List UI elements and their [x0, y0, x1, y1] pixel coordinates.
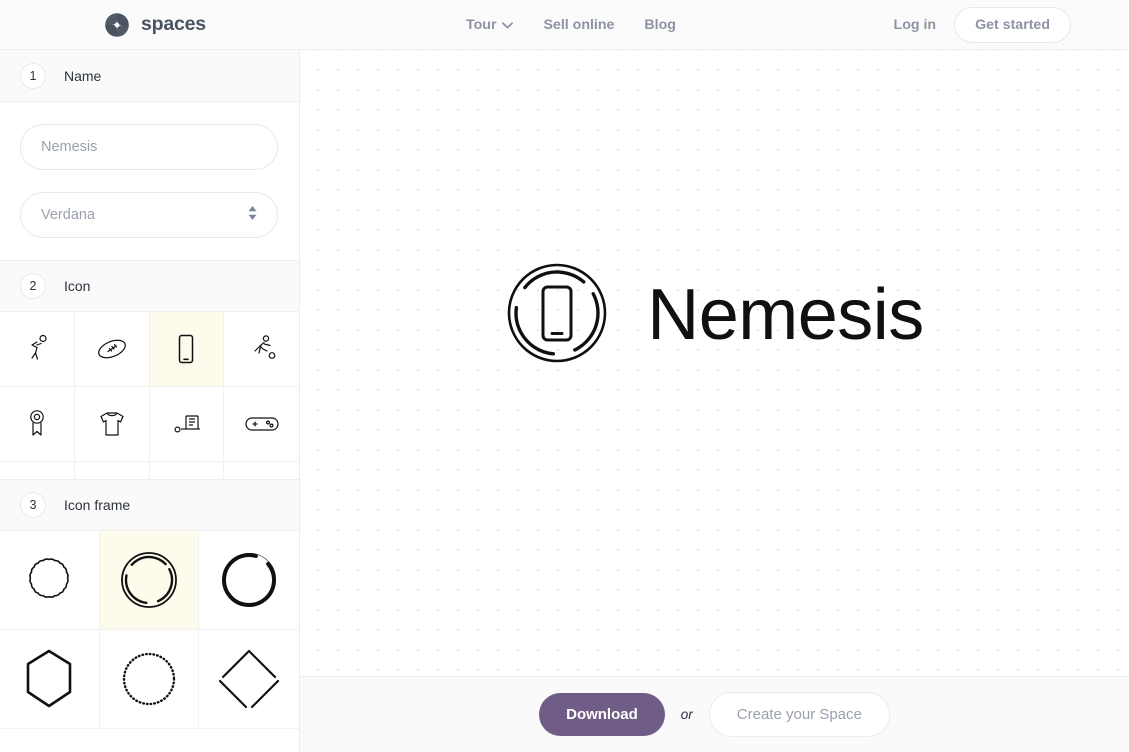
main-navigation-links: Tour Sell online Blog: [466, 0, 676, 50]
name-panel: Nemesis Verdana: [0, 102, 299, 260]
download-button[interactable]: Download: [539, 693, 665, 736]
brand-logo[interactable]: spaces: [104, 12, 206, 38]
logo-preview: Nemesis: [505, 261, 924, 370]
smartphone-icon: [541, 285, 573, 341]
icon-option-thermometer[interactable]: [0, 462, 75, 479]
editor-sidebar: 1 Name Nemesis Verdana 2 Icon 3 Icon fra…: [0, 50, 300, 752]
section-header-icon: 2 Icon: [0, 260, 299, 312]
icon-frame-picker-grid: [0, 531, 299, 729]
step-number-badge-3: 3: [20, 492, 46, 518]
chevron-down-icon: [502, 17, 514, 33]
icon-option-rugby-ball[interactable]: [74, 312, 150, 387]
icon-option-compact-disc[interactable]: [224, 462, 299, 479]
spaces-pinwheel-logo-icon: [104, 12, 130, 38]
nav-link-tour[interactable]: Tour: [466, 17, 514, 33]
get-started-button[interactable]: Get started: [954, 7, 1071, 43]
step-number-badge-1: 1: [20, 62, 46, 89]
frame-option-double-ring-circle[interactable]: [99, 531, 200, 630]
section-title-icon-frame: Icon frame: [64, 497, 131, 513]
section-header-name: 1 Name: [0, 50, 299, 102]
app-shell: 1 Name Nemesis Verdana 2 Icon 3 Icon fra…: [0, 50, 1129, 752]
account-actions: Log in Get started: [894, 0, 1071, 50]
icon-option-tshirt[interactable]: [74, 387, 150, 462]
brand-name-label: spaces: [141, 13, 206, 35]
frame-option-rounded-hexagon[interactable]: [0, 630, 100, 729]
name-input[interactable]: Nemesis: [20, 124, 278, 170]
nav-link-sell-online[interactable]: Sell online: [543, 17, 614, 33]
action-bar: Download or Create your Space: [300, 676, 1129, 752]
icon-option-soccer-player[interactable]: [224, 312, 299, 387]
nav-link-blog[interactable]: Blog: [644, 17, 676, 33]
icon-option-gamepad[interactable]: [224, 387, 299, 462]
frame-option-bold-brush-circle[interactable]: [199, 531, 299, 630]
icon-option-handbag[interactable]: [149, 462, 225, 479]
logo-canvas[interactable]: Nemesis: [300, 50, 1129, 676]
top-navigation-bar: spaces Tour Sell online Blog Log in Get …: [0, 0, 1129, 50]
or-separator-label: or: [680, 707, 693, 722]
select-updown-arrows-icon: [246, 204, 259, 226]
icon-option-delivery-truck[interactable]: [149, 387, 225, 462]
section-title-name: Name: [64, 67, 102, 84]
step-number-badge-2: 2: [20, 273, 46, 299]
logo-frame-with-icon: [505, 261, 609, 370]
name-input-placeholder: Nemesis: [41, 139, 98, 155]
icon-picker-grid: [0, 312, 299, 479]
logo-text: Nemesis: [647, 275, 924, 355]
create-your-space-button[interactable]: Create your Space: [708, 692, 890, 737]
nav-link-tour-label: Tour: [466, 17, 497, 33]
section-title-icon: Icon: [64, 278, 91, 294]
login-button[interactable]: Log in: [894, 17, 937, 33]
frame-option-scalloped-circle[interactable]: [0, 531, 100, 630]
icon-option-basketball-player[interactable]: [0, 312, 75, 387]
preview-area: Nemesis Download or Create your Space: [300, 50, 1129, 752]
frame-option-diamond[interactable]: [199, 630, 299, 729]
icon-option-award-medal[interactable]: [0, 387, 75, 462]
frame-option-dotted-circle[interactable]: [99, 630, 200, 729]
section-header-icon-frame: 3 Icon frame: [0, 479, 299, 531]
icon-option-skyline[interactable]: [74, 462, 150, 479]
font-select[interactable]: Verdana: [20, 192, 278, 238]
font-select-value: Verdana: [41, 207, 96, 223]
icon-option-smartphone[interactable]: [149, 312, 225, 387]
